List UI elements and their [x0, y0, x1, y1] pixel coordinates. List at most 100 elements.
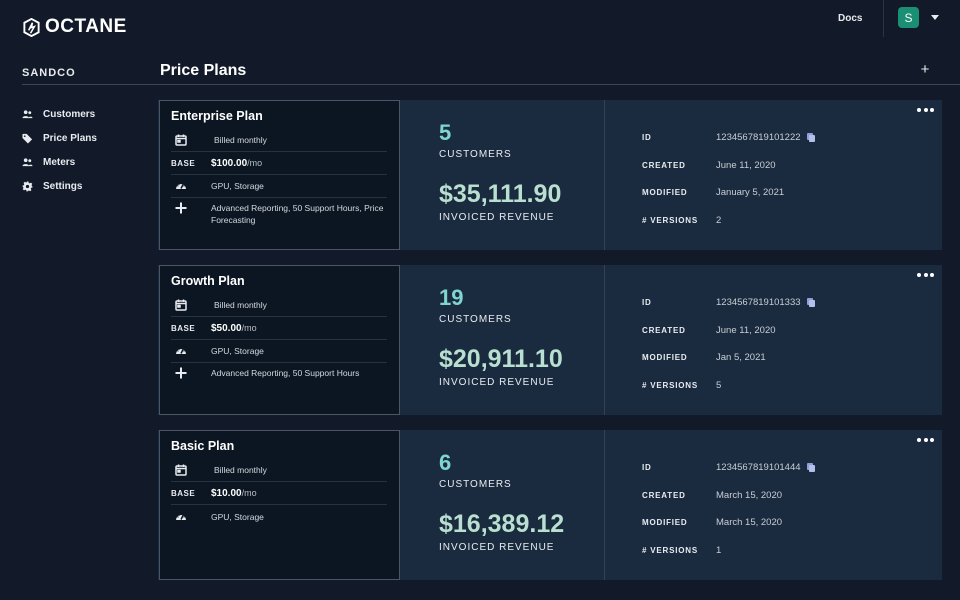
plan-id: 1234567819101333	[716, 297, 801, 309]
users-icon	[22, 109, 33, 118]
versions-row: # VERSIONS 1	[642, 537, 815, 565]
created-row: CREATED March 15, 2020	[642, 482, 815, 510]
modified-label: MODIFIED	[642, 518, 688, 528]
base-price: $100.00	[211, 157, 248, 169]
versions-label: # VERSIONS	[642, 215, 699, 225]
dot-icon	[917, 273, 921, 277]
versions-row: # VERSIONS 2	[642, 207, 815, 235]
sidebar-nav: Customers Price Plans Meters Settings	[22, 102, 97, 198]
created-label: CREATED	[642, 325, 686, 335]
plan-card-enterprise: Enterprise Plan Billed monthly BASE $100…	[158, 100, 942, 250]
id-label: ID	[642, 463, 652, 473]
speedometer-icon	[176, 348, 186, 354]
customer-count: 6	[439, 450, 452, 475]
octane-logo-icon	[23, 17, 40, 37]
plan-metadata: ID 1234567819101333 CREATED June 11, 2020 …	[642, 289, 815, 399]
base-label: BASE	[171, 488, 196, 498]
copy-icon[interactable]	[806, 298, 815, 308]
speedometer-icon	[176, 183, 186, 189]
versions-row: # VERSIONS 5	[642, 372, 815, 400]
created-row: CREATED June 11, 2020	[642, 152, 815, 180]
base-unit: /mo	[241, 488, 257, 498]
octane-logo[interactable]: OCTANE	[22, 16, 127, 38]
sidebar-item-meters[interactable]: Meters	[22, 150, 97, 174]
meters-row: GPU, Storage	[171, 505, 387, 528]
dot-icon	[917, 108, 921, 112]
plan-card-growth: Growth Plan Billed monthly BASE $50.00/m…	[158, 265, 942, 415]
customer-count: 19	[439, 285, 464, 310]
add-plan-button[interactable]: +	[918, 62, 932, 78]
users-icon	[22, 157, 33, 166]
dot-icon	[923, 108, 928, 112]
card-divider	[604, 265, 605, 415]
created-date: March 15, 2020	[716, 489, 783, 501]
billing-row: Billed monthly	[171, 129, 387, 152]
version-count: 1	[716, 544, 722, 556]
billing-text: Billed monthly	[214, 300, 267, 310]
sidebar-item-settings[interactable]: Settings	[22, 174, 97, 198]
sidebar-item-price-plans[interactable]: Price Plans	[22, 126, 97, 150]
billing-text: Billed monthly	[214, 465, 267, 475]
dot-icon	[930, 108, 934, 112]
base-label: BASE	[171, 158, 196, 168]
id-row: ID 1234567819101333	[642, 289, 815, 317]
sidebar-item-customers[interactable]: Customers	[22, 102, 97, 126]
plan-id: 1234567819101444	[716, 462, 801, 474]
base-price-row: BASE $10.00/mo	[171, 482, 387, 505]
base-unit: /mo	[241, 323, 257, 333]
dot-icon	[917, 438, 921, 442]
more-options-button[interactable]	[917, 108, 934, 112]
addons-row: Advanced Reporting, 50 Support Hours	[171, 363, 387, 386]
modified-label: MODIFIED	[642, 188, 688, 198]
plan-id: 1234567819101222	[716, 132, 801, 144]
plan-summary[interactable]: Growth Plan Billed monthly BASE $50.00/m…	[159, 265, 400, 415]
customer-count: 5	[439, 120, 452, 145]
plan-summary[interactable]: Basic Plan Billed monthly BASE $10.00/mo…	[159, 430, 400, 580]
more-options-button[interactable]	[917, 273, 934, 277]
base-price: $50.00	[211, 322, 242, 334]
header-divider	[22, 84, 960, 85]
created-row: CREATED June 11, 2020	[642, 317, 815, 345]
base-price-row: BASE $50.00/mo	[171, 317, 387, 340]
version-count: 5	[716, 379, 722, 391]
base-price-row: BASE $100.00/mo	[171, 152, 387, 175]
invoiced-revenue-label: INVOICED REVENUE	[439, 377, 555, 388]
plan-name: Basic Plan	[171, 439, 235, 453]
created-label: CREATED	[642, 160, 686, 170]
customers-label: CUSTOMERS	[439, 479, 512, 490]
copy-icon[interactable]	[806, 133, 815, 143]
more-options-button[interactable]	[917, 438, 934, 442]
modified-label: MODIFIED	[642, 353, 688, 363]
plan-metadata: ID 1234567819101444 CREATED March 15, 2020…	[642, 454, 815, 564]
calendar-icon	[175, 299, 187, 311]
speedometer-icon	[176, 513, 186, 520]
org-name: SANDCO	[22, 67, 76, 79]
meters-text: GPU, Storage	[211, 511, 264, 522]
dot-icon	[923, 438, 928, 442]
copy-icon[interactable]	[806, 463, 815, 473]
created-label: CREATED	[642, 490, 686, 500]
id-label: ID	[642, 133, 652, 143]
base-price: $10.00	[211, 487, 242, 499]
meters-text: GPU, Storage	[211, 181, 264, 191]
sidebar-item-label: Settings	[43, 180, 83, 192]
topbar-divider	[883, 0, 884, 37]
plan-summary[interactable]: Enterprise Plan Billed monthly BASE $100…	[159, 100, 400, 250]
modified-row: MODIFIED Jan 5, 2021	[642, 344, 815, 372]
docs-link[interactable]: Docs	[838, 13, 862, 24]
invoiced-revenue-label: INVOICED REVENUE	[439, 542, 555, 553]
versions-label: # VERSIONS	[642, 380, 699, 390]
plan-name: Enterprise Plan	[171, 109, 263, 123]
chevron-down-icon[interactable]	[931, 15, 939, 20]
created-date: June 11, 2020	[716, 324, 776, 336]
addons-row: Advanced Reporting, 50 Support Hours, Pr…	[171, 198, 387, 226]
modified-date: March 15, 2020	[716, 517, 783, 529]
invoiced-revenue-label: INVOICED REVENUE	[439, 212, 555, 223]
modified-date: January 5, 2021	[716, 187, 785, 199]
card-divider	[604, 100, 605, 250]
id-row: ID 1234567819101444	[642, 454, 815, 482]
invoiced-revenue: $16,389.12	[439, 510, 565, 538]
id-label: ID	[642, 298, 652, 308]
user-avatar[interactable]: S	[898, 7, 919, 28]
billing-text: Billed monthly	[214, 135, 267, 145]
